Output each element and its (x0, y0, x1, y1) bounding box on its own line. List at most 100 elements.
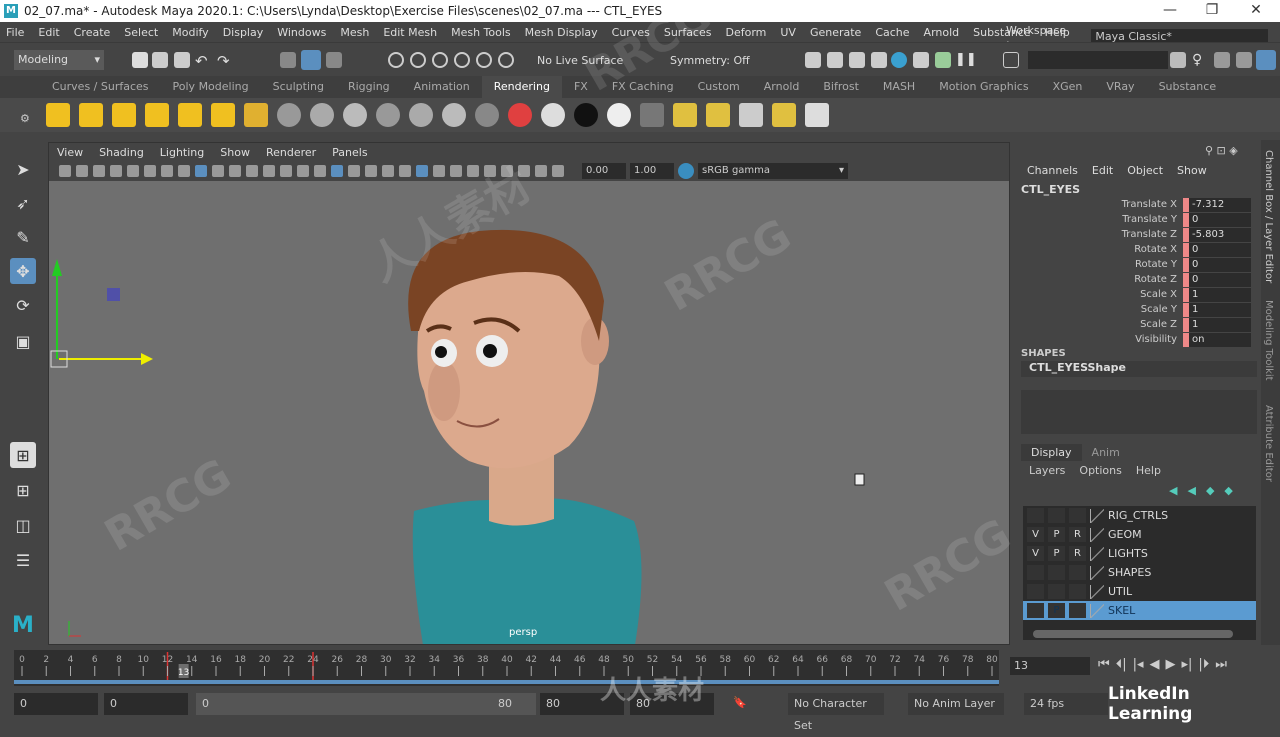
render-layer-icon[interactable] (739, 103, 763, 127)
channel-value-field[interactable]: -5.803 (1189, 227, 1251, 242)
channel-label[interactable]: Visibility (1015, 334, 1183, 345)
playback-button-4[interactable]: ▶ (1166, 657, 1176, 672)
symmetry-dropdown[interactable]: Symmetry: Off (670, 54, 750, 67)
shelf-tab-bifrost[interactable]: Bifrost (811, 76, 871, 98)
layer-r-toggle[interactable] (1069, 565, 1086, 580)
layer-row-skel[interactable]: P SKEL (1023, 601, 1256, 620)
panel-toolbar-button-icon[interactable] (297, 165, 309, 177)
panel-toolbar-button-icon[interactable] (450, 165, 462, 177)
redo-icon[interactable]: ↷ (217, 52, 233, 70)
layer-color-swatch[interactable] (1090, 565, 1104, 580)
layer-v-toggle[interactable] (1027, 508, 1044, 523)
channel-label[interactable]: Rotate Z (1015, 274, 1183, 285)
panel-menu-show[interactable]: Show (220, 146, 250, 159)
panel-toolbar-button-icon[interactable] (433, 165, 445, 177)
attribute-editor-icon[interactable] (1214, 52, 1230, 68)
render-view-icon[interactable] (673, 103, 697, 127)
anim-end-field[interactable]: 80 (630, 693, 714, 715)
volume-light-icon[interactable] (211, 103, 235, 127)
menu-select[interactable]: Select (124, 26, 158, 39)
pause-icon[interactable]: ❚❚ (955, 52, 977, 68)
panel-toolbar-button-icon[interactable] (552, 165, 564, 177)
light-editor-icon[interactable] (935, 52, 951, 68)
layer-color-swatch[interactable] (1090, 527, 1104, 542)
panel-toolbar-button-icon[interactable] (144, 165, 156, 177)
single-perspective-layout-icon[interactable]: ⊞ (10, 442, 36, 468)
panel-toolbar-button-icon[interactable] (348, 165, 360, 177)
panel-menu-view[interactable]: View (57, 146, 83, 159)
directional-light-icon[interactable] (79, 103, 103, 127)
menu-generate[interactable]: Generate (810, 26, 861, 39)
playback-button-6[interactable]: |⏵ (1198, 657, 1209, 672)
ramp-sphere-icon[interactable] (508, 103, 532, 127)
menu-create[interactable]: Create (74, 26, 111, 39)
playback-button-7[interactable]: ⏭ (1215, 657, 1227, 672)
menu-modify[interactable]: Modify (172, 26, 208, 39)
render-sequence-icon[interactable] (827, 52, 843, 68)
panel-toolbar-button-icon[interactable] (518, 165, 530, 177)
character-controls-icon[interactable]: ♀ (1192, 52, 1208, 68)
menu-display[interactable]: Display (223, 26, 264, 39)
ambient-light-icon[interactable] (46, 103, 70, 127)
material-sphere-2-icon[interactable] (310, 103, 334, 127)
layer-r-toggle[interactable]: R (1069, 527, 1086, 542)
playback-button-0[interactable]: ⏮ (1098, 657, 1110, 672)
channel-menu-edit[interactable]: Edit (1092, 164, 1113, 177)
current-frame-field[interactable]: 13 (1010, 657, 1090, 675)
snap-vertex-icon[interactable] (498, 52, 514, 68)
exposure-field[interactable]: 0.00 (582, 163, 626, 179)
snap-point-icon[interactable] (432, 52, 448, 68)
move-tool-icon[interactable]: ✥ (10, 258, 36, 284)
render-settings-icon[interactable] (871, 52, 887, 68)
material-sphere-6-icon[interactable] (442, 103, 466, 127)
panel-toolbar-button-icon[interactable] (76, 165, 88, 177)
layer-p-toggle[interactable] (1048, 508, 1065, 523)
move-layer-down-icon[interactable]: ◀ (1187, 484, 1195, 497)
layer-v-toggle[interactable]: V (1027, 546, 1044, 561)
shelf-tab-custom[interactable]: Custom (686, 76, 752, 98)
close-button[interactable]: ✕ (1236, 2, 1276, 18)
ipr-render-icon[interactable] (805, 103, 829, 127)
channel-label[interactable]: Scale Y (1015, 304, 1183, 315)
create-camera-icon[interactable] (244, 103, 268, 127)
menu-arnold[interactable]: Arnold (924, 26, 960, 39)
shelf-tab-arnold[interactable]: Arnold (752, 76, 812, 98)
side-tab-modeling-toolkit[interactable]: Modeling Toolkit (1263, 300, 1274, 381)
panel-toolbar-button-icon[interactable] (399, 165, 411, 177)
menuset-dropdown[interactable]: Modeling ▾ (14, 50, 104, 70)
black-sphere-icon[interactable] (574, 103, 598, 127)
move-manipulator-plane-handle[interactable] (107, 288, 120, 301)
area-light-icon[interactable] (178, 103, 202, 127)
undo-icon[interactable]: ↶ (195, 52, 211, 70)
scale-tool-icon[interactable]: ▣ (10, 328, 36, 354)
hypershade-icon[interactable] (640, 103, 664, 127)
open-scene-icon[interactable] (152, 52, 168, 68)
channel-menu-channels[interactable]: Channels (1027, 164, 1078, 177)
panel-toolbar-button-icon[interactable] (110, 165, 122, 177)
layer-list-scrollbar[interactable] (1033, 630, 1233, 638)
auto-key-icon[interactable]: 🔖 (733, 696, 747, 709)
white-sphere-2-icon[interactable] (607, 103, 631, 127)
menu-surfaces[interactable]: Surfaces (664, 26, 712, 39)
render-settings-icon[interactable] (706, 103, 730, 127)
layer-menu-options[interactable]: Options (1079, 464, 1121, 477)
panel-toolbar-button-icon[interactable] (382, 165, 394, 177)
anim-layer-dropdown[interactable]: No Anim Layer (908, 693, 1004, 715)
menu-edit-mesh[interactable]: Edit Mesh (383, 26, 437, 39)
lasso-tool-icon[interactable]: ➶ (10, 190, 36, 216)
layer-menu-layers[interactable]: Layers (1029, 464, 1065, 477)
channel-label[interactable]: Scale X (1015, 289, 1183, 300)
viewport-3d[interactable]: persp (49, 181, 1009, 644)
menu-curves[interactable]: Curves (612, 26, 650, 39)
side-tab-channel-box[interactable]: Channel Box / Layer Editor (1263, 150, 1274, 283)
channel-menu-object[interactable]: Object (1127, 164, 1163, 177)
channel-value-field[interactable]: on (1189, 332, 1251, 347)
channel-value-field[interactable]: 0 (1189, 212, 1251, 227)
color-space-dropdown[interactable]: sRGB gamma ▾ (698, 163, 848, 179)
character-set-dropdown[interactable]: No Character Set (788, 693, 884, 732)
material-sphere-4-icon[interactable] (376, 103, 400, 127)
layer-row-geom[interactable]: V P R GEOM (1023, 525, 1256, 544)
channel-value-field[interactable]: 1 (1189, 287, 1251, 302)
channel-value-field[interactable]: -7.312 (1189, 197, 1251, 212)
outliner-layout-icon[interactable]: ☰ (10, 547, 36, 573)
